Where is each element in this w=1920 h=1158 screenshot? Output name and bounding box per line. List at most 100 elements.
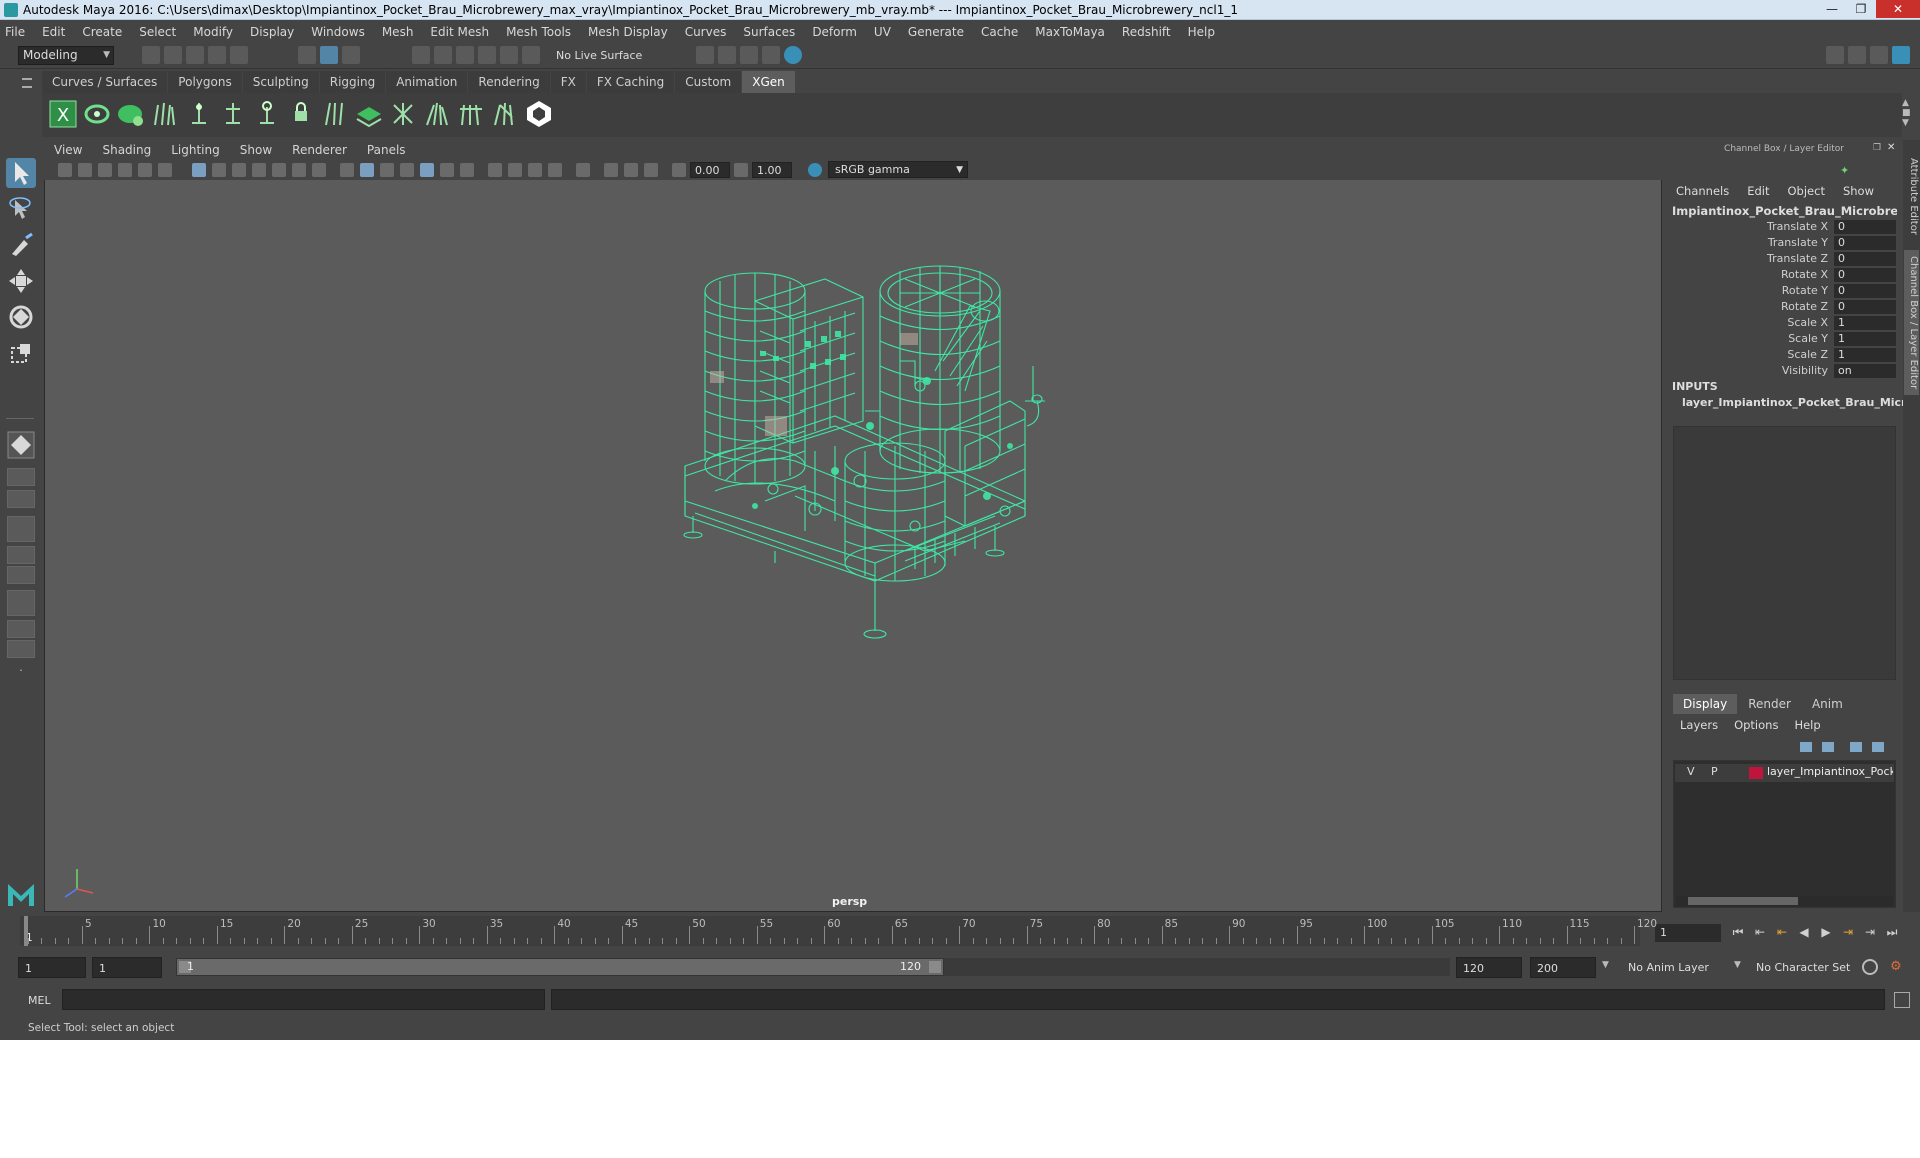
perspective-outliner-layout-icon[interactable]: [7, 490, 35, 508]
channel-sync-icon[interactable]: ✦: [1840, 164, 1852, 177]
layer-scrollbar[interactable]: [1676, 896, 1893, 906]
render-view-icon[interactable]: [696, 46, 714, 64]
scale-tool-icon[interactable]: [6, 338, 36, 368]
select-by-object-icon[interactable]: [320, 46, 338, 64]
channels-menu[interactable]: Channels: [1676, 184, 1729, 198]
attr-scale-z[interactable]: Scale Z 1: [1670, 347, 1896, 363]
channel-box-side-tab[interactable]: Channel Box / Layer Editor: [1904, 250, 1919, 396]
menu-windows[interactable]: Windows: [311, 25, 365, 39]
tab-curves-surfaces[interactable]: Curves / Surfaces: [42, 71, 168, 93]
render-current-frame-icon[interactable]: [718, 46, 736, 64]
textured-icon[interactable]: [488, 163, 502, 177]
tab-sculpting[interactable]: Sculpting: [242, 71, 319, 93]
menu-create[interactable]: Create: [82, 25, 122, 39]
select-camera-icon[interactable]: [58, 163, 72, 177]
redo-icon[interactable]: [230, 46, 248, 64]
wireframe-on-shaded-icon[interactable]: [400, 163, 414, 177]
step-forward-key-icon[interactable]: ⇥: [1840, 924, 1856, 940]
exposure-icon[interactable]: [672, 163, 686, 177]
attr-value[interactable]: 0: [1834, 252, 1896, 266]
isolate-select-icon[interactable]: [576, 163, 590, 177]
depth-of-field-icon[interactable]: [644, 163, 658, 177]
live-surface-field[interactable]: No Live Surface: [556, 46, 642, 65]
snap-to-point-icon[interactable]: [456, 46, 474, 64]
tab-custom[interactable]: Custom: [675, 71, 742, 93]
attr-rotate-y[interactable]: Rotate Y 0: [1670, 283, 1896, 299]
float-panel-icon[interactable]: ❐: [1873, 143, 1883, 153]
shadows-icon[interactable]: [528, 163, 542, 177]
select-by-component-icon[interactable]: [342, 46, 360, 64]
rotate-tool-icon[interactable]: [6, 302, 36, 332]
menu-surfaces[interactable]: Surfaces: [743, 25, 795, 39]
input-node-item[interactable]: layer_Impiantinox_Pocket_Brau_Micro...: [1682, 396, 1920, 409]
attr-value[interactable]: 0: [1834, 220, 1896, 234]
tab-anim[interactable]: Anim: [1802, 694, 1853, 714]
camera-attributes-icon[interactable]: [78, 163, 92, 177]
start-min-field[interactable]: 1: [18, 957, 86, 978]
play-forwards-icon[interactable]: ▶: [1818, 924, 1834, 940]
channel-box-toggle-icon[interactable]: [1892, 46, 1910, 64]
viewport-persp[interactable]: [44, 140, 1662, 912]
script-editor-icon[interactable]: [1894, 992, 1910, 1008]
xgen-preview-icon[interactable]: [490, 99, 520, 129]
attr-value[interactable]: 1: [1834, 316, 1896, 330]
tab-display[interactable]: Display: [1673, 694, 1738, 714]
ipr-render-icon[interactable]: [740, 46, 758, 64]
attr-value[interactable]: 0: [1834, 268, 1896, 282]
xgen-add-guide-icon[interactable]: [184, 99, 214, 129]
end-max-field[interactable]: 200: [1530, 957, 1596, 978]
menu-edit-mesh[interactable]: Edit Mesh: [430, 25, 489, 39]
smooth-shade-icon[interactable]: [360, 163, 374, 177]
use-default-material-icon[interactable]: [380, 163, 394, 177]
new-scene-icon[interactable]: [142, 46, 160, 64]
script-language-toggle[interactable]: MEL: [28, 994, 51, 1007]
snap-to-grid-icon[interactable]: [412, 46, 430, 64]
gamma-field[interactable]: 1.00: [752, 162, 792, 178]
command-input[interactable]: [62, 989, 545, 1010]
snap-to-curve-icon[interactable]: [434, 46, 452, 64]
layer-visibility-toggle[interactable]: V: [1687, 765, 1695, 778]
xray-active-components-icon[interactable]: [440, 163, 454, 177]
shelf-menu-icon[interactable]: [22, 78, 32, 88]
attribute-editor-side-tab[interactable]: Attribute Editor: [1904, 152, 1919, 241]
xgen-clumping-icon[interactable]: [422, 99, 452, 129]
play-backwards-icon[interactable]: ◀: [1796, 924, 1812, 940]
menu-mesh-display[interactable]: Mesh Display: [588, 25, 668, 39]
2d-pan-zoom-icon[interactable]: [138, 163, 152, 177]
range-slider[interactable]: 1 120: [176, 958, 944, 976]
xgen-cut-icon[interactable]: [456, 99, 486, 129]
open-scene-icon[interactable]: [164, 46, 182, 64]
xray-icon[interactable]: [420, 163, 434, 177]
attr-value[interactable]: 0: [1834, 300, 1896, 314]
tab-render[interactable]: Render: [1738, 694, 1801, 714]
new-layer-selected-icon[interactable]: [1872, 742, 1884, 752]
make-live-icon[interactable]: [500, 46, 518, 64]
animation-preferences-icon[interactable]: ⚙: [1890, 959, 1908, 975]
attr-visibility[interactable]: Visibility on: [1670, 363, 1896, 379]
menu-file[interactable]: File: [5, 25, 25, 39]
motion-blur-icon[interactable]: [604, 163, 618, 177]
xgen-sculpt-guides-icon[interactable]: [218, 99, 248, 129]
exposure-field[interactable]: 0.00: [690, 162, 730, 178]
move-tool-icon[interactable]: [6, 266, 36, 296]
menu-uv[interactable]: UV: [874, 25, 891, 39]
shelf-scroll-arrows[interactable]: ▲ ■ ▼: [1902, 98, 1912, 130]
layer-color-swatch[interactable]: [1749, 767, 1763, 779]
use-all-lights-icon[interactable]: [508, 163, 522, 177]
hypershade-layout-icon[interactable]: [7, 546, 35, 564]
panel-menu-lighting[interactable]: Lighting: [171, 143, 220, 157]
menu-mesh-tools[interactable]: Mesh Tools: [506, 25, 571, 39]
attr-value[interactable]: 1: [1834, 332, 1896, 346]
menu-select[interactable]: Select: [139, 25, 176, 39]
end-current-field[interactable]: 120: [1456, 957, 1522, 978]
range-end-handle[interactable]: [929, 961, 941, 973]
image-plane-icon[interactable]: [118, 163, 132, 177]
tab-animation[interactable]: Animation: [386, 71, 468, 93]
toggle-panel-icon[interactable]: [1870, 46, 1888, 64]
panel-menu-view[interactable]: View: [54, 143, 82, 157]
layer-name[interactable]: layer_Impiantinox_Pocke: [1767, 765, 1893, 778]
layer-row[interactable]: V P layer_Impiantinox_Pocke: [1675, 764, 1894, 782]
screen-space-ao-icon[interactable]: [548, 163, 562, 177]
outliner-layout-icon[interactable]: [7, 620, 35, 638]
xgen-modifiers-icon[interactable]: [388, 99, 418, 129]
